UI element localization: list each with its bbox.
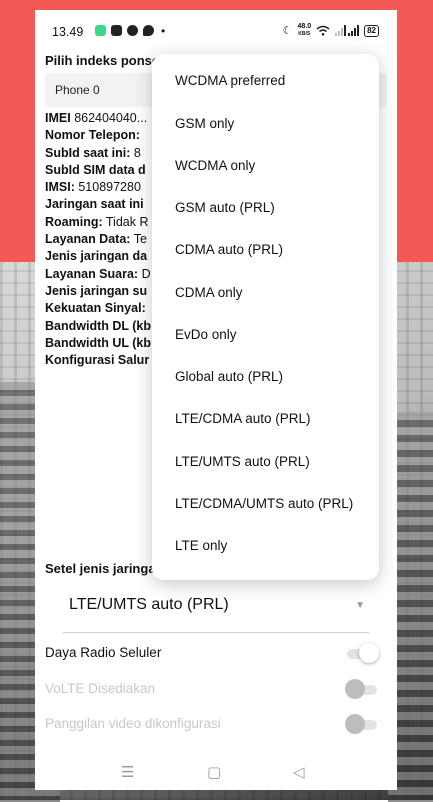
home-icon[interactable]: ▢ (207, 763, 221, 781)
network-type-select[interactable]: LTE/UMTS auto (PRL) ▼ (63, 588, 369, 633)
info-key: Bandwidth UL (kb (45, 335, 152, 350)
facebook-icon (127, 25, 138, 36)
menu-item-label: LTE/CDMA/UMTS auto (PRL) (175, 496, 354, 511)
menu-item[interactable]: Global auto (PRL) (152, 357, 379, 399)
menu-item-label: CDMA only (175, 285, 243, 300)
wifi-icon (316, 25, 330, 36)
menu-item[interactable]: CDMA auto (PRL) (152, 230, 379, 272)
app-notification-icon (95, 25, 106, 36)
network-type-dropdown: WCDMA preferred GSM only WCDMA only GSM … (152, 54, 379, 580)
info-key: Layanan Data: (45, 232, 131, 247)
info-key: Konfigurasi Salur (45, 353, 150, 368)
net-speed-unit: KB/S (298, 31, 311, 37)
menu-item-label: EvDo only (175, 327, 237, 342)
status-bar: 13.49 • ☾ 48.0 KB/S 82 (35, 10, 397, 52)
volte-switch[interactable] (345, 679, 377, 699)
menu-item[interactable]: WCDMA only (152, 146, 379, 188)
info-value: Te (133, 232, 147, 247)
menu-item-label: LTE/CDMA auto (PRL) (175, 411, 311, 426)
video-call-switch[interactable] (345, 714, 377, 734)
menu-item[interactable]: EvDo only (152, 315, 379, 357)
toggle-row-radio-power: Daya Radio Seluler (45, 642, 387, 666)
toggle-label: Panggilan video dikonfigurasi (45, 716, 221, 731)
menu-item[interactable]: LTE only (152, 526, 379, 568)
info-key: IMSI: (45, 180, 75, 195)
radio-power-switch[interactable] (347, 643, 379, 663)
status-right: ☾ 48.0 KB/S 82 (283, 23, 379, 38)
info-value: 510897280 (78, 180, 141, 195)
info-value: D (141, 266, 151, 281)
info-key: Roaming: (45, 214, 103, 229)
signal-icon (335, 25, 360, 36)
info-key: Layanan Suara: (45, 266, 139, 281)
back-icon[interactable]: ◁ (293, 763, 305, 781)
toggle-label: Daya Radio Seluler (45, 645, 162, 660)
info-value: 8 (133, 145, 141, 160)
menu-item-label: CDMA auto (PRL) (175, 242, 284, 257)
phone-index-value: Phone 0 (55, 83, 100, 97)
info-value: Tidak R (105, 214, 149, 229)
menu-item[interactable]: LTE/CDMA/UMTS auto (PRL) (152, 484, 379, 526)
status-dot: • (161, 24, 166, 38)
phone-index-label: Pilih indeks ponsel (45, 53, 163, 68)
menu-item[interactable]: LTE/CDMA auto (PRL) (152, 399, 379, 441)
menu-item-label: LTE/UMTS auto (PRL) (175, 454, 310, 469)
menu-icon[interactable]: ☰ (121, 763, 134, 781)
info-key: Jaringan saat ini (45, 197, 144, 212)
switch-thumb (345, 714, 365, 734)
net-speed-value: 48.0 (297, 23, 312, 30)
info-key: SubId SIM data d (45, 162, 146, 177)
toggle-label: VoLTE Disediakan (45, 681, 156, 696)
menu-item[interactable]: CDMA only (152, 273, 379, 315)
toggle-row-video-call: Panggilan video dikonfigurasi (45, 713, 387, 737)
network-type-value: LTE/UMTS auto (PRL) (69, 596, 229, 613)
info-key: Kekuatan Sinyal: (45, 301, 146, 316)
moon-icon: ☾ (282, 25, 293, 37)
menu-item-label: Global auto (PRL) (175, 369, 284, 384)
info-key: Jenis jaringan da (45, 249, 148, 264)
battery-icon: 82 (364, 24, 379, 37)
shopping-bag-icon (111, 25, 122, 36)
info-key: Bandwidth DL (kb (45, 318, 152, 333)
menu-item-label: GSM auto (PRL) (175, 200, 275, 215)
info-key: IMEI (45, 111, 71, 125)
navigation-bar: ☰ ▢ ◁ (35, 755, 397, 790)
info-key: Jenis jaringan su (45, 283, 148, 298)
menu-item[interactable]: LTE/UMTS auto (PRL) (152, 442, 379, 484)
network-type-label: Setel jenis jaringan (45, 561, 164, 576)
switch-thumb (359, 643, 379, 663)
menu-item-label: GSM only (175, 116, 235, 131)
menu-item-label: WCDMA preferred (175, 73, 286, 88)
messenger-icon (143, 25, 154, 36)
status-time: 13.49 (52, 25, 84, 39)
menu-item[interactable]: GSM auto (PRL) (152, 188, 379, 230)
menu-item[interactable]: GSM only (152, 104, 379, 146)
menu-item-label: WCDMA only (175, 158, 256, 173)
menu-item[interactable]: WCDMA preferred (152, 61, 379, 103)
net-speed: 48.0 KB/S (297, 23, 311, 38)
menu-item-label: LTE only (175, 538, 228, 553)
chevron-down-icon: ▼ (355, 600, 365, 611)
info-value: 862404040... (74, 111, 148, 125)
toggle-row-volte: VoLTE Disediakan (45, 678, 387, 702)
switch-thumb (345, 679, 365, 699)
info-key: Nomor Telepon: (45, 128, 140, 143)
info-key: SubId saat ini: (45, 145, 131, 160)
